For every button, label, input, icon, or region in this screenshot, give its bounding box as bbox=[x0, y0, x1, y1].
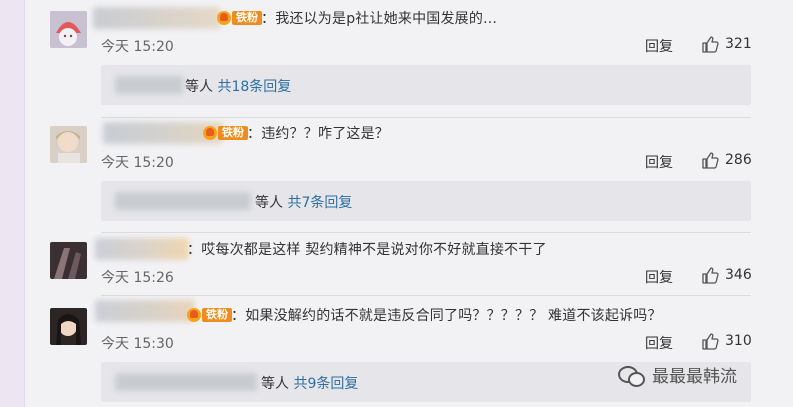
crown-icon bbox=[217, 11, 231, 25]
comment-text: ：我还以为是p社让她来中国发展的... bbox=[261, 11, 498, 27]
sub-reply-count[interactable]: 共18条回复 bbox=[217, 79, 291, 95]
watermark: 最最最韩流 bbox=[618, 362, 737, 387]
avatar[interactable] bbox=[50, 242, 87, 279]
sub-reply-users-blurred bbox=[115, 192, 251, 210]
sub-reply-summary[interactable]: 等人 共9条回复 bbox=[261, 373, 358, 393]
reply-button[interactable]: 回复 bbox=[645, 36, 673, 56]
avatar[interactable] bbox=[50, 308, 87, 345]
like-button[interactable]: 321 bbox=[701, 35, 752, 53]
sub-reply-label: 等人 bbox=[255, 195, 283, 211]
like-count: 321 bbox=[725, 36, 752, 52]
sub-reply-count[interactable]: 共7条回复 bbox=[287, 195, 352, 211]
wechat-icon bbox=[618, 364, 645, 387]
avatar[interactable] bbox=[50, 11, 87, 48]
sub-reply-label: 等人 bbox=[185, 79, 213, 95]
comment-time: 今天 15:20 bbox=[101, 155, 174, 171]
crown-icon bbox=[187, 308, 201, 322]
reply-button[interactable]: 回复 bbox=[645, 333, 673, 353]
thumbs-up-icon bbox=[702, 333, 719, 350]
comment-text: ：哎每次都是这样 契约精神不是说对你不好就直接不干了 bbox=[187, 242, 547, 258]
divider bbox=[101, 117, 751, 118]
fan-tag: 铁粉 bbox=[232, 11, 262, 25]
fan-tag: 铁粉 bbox=[202, 308, 232, 322]
thumbs-up-icon bbox=[702, 36, 719, 53]
reply-button[interactable]: 回复 bbox=[645, 152, 673, 172]
reply-button[interactable]: 回复 bbox=[645, 267, 673, 287]
username-blurred[interactable] bbox=[95, 238, 189, 260]
thumbs-up-icon bbox=[702, 152, 719, 169]
username-blurred[interactable] bbox=[95, 300, 195, 322]
sub-reply-summary[interactable]: 等人 共7条回复 bbox=[255, 192, 352, 212]
like-count: 310 bbox=[725, 333, 752, 349]
like-button[interactable]: 346 bbox=[701, 266, 752, 284]
sub-replies-box[interactable]: 等人 共18条回复 bbox=[101, 65, 751, 105]
username-blurred[interactable] bbox=[93, 7, 221, 29]
avatar[interactable] bbox=[50, 126, 87, 163]
like-button[interactable]: 286 bbox=[701, 151, 752, 169]
like-count: 346 bbox=[725, 267, 752, 283]
sub-reply-count[interactable]: 共9条回复 bbox=[293, 376, 358, 392]
like-count: 286 bbox=[725, 152, 752, 168]
fan-badge: 铁粉 bbox=[187, 306, 232, 324]
like-button[interactable]: 310 bbox=[701, 332, 752, 350]
comment-time: 今天 15:20 bbox=[101, 39, 174, 55]
crown-icon bbox=[203, 126, 217, 140]
fan-tag: 铁粉 bbox=[218, 126, 248, 140]
sub-reply-summary[interactable]: 等人 共18条回复 bbox=[185, 76, 291, 96]
comment-time: 今天 15:30 bbox=[101, 336, 174, 352]
sub-reply-users-blurred bbox=[115, 76, 183, 94]
fan-badge: 铁粉 bbox=[217, 9, 262, 27]
sub-reply-users-blurred bbox=[115, 373, 257, 391]
divider bbox=[101, 232, 751, 233]
comment-text: ：如果没解约的话不就是违反合同了吗？？？？？ 难道不该起诉吗？ bbox=[231, 308, 662, 324]
comment-panel: 铁粉 ：我还以为是p社让她来中国发展的... 今天 15:20 回复 321 等… bbox=[24, 0, 793, 407]
watermark-text: 最最最韩流 bbox=[652, 367, 737, 387]
comment-text: ：违约？？咋了这是？ bbox=[247, 126, 389, 142]
sub-replies-box[interactable]: 等人 共7条回复 bbox=[101, 181, 751, 221]
comment-time: 今天 15:26 bbox=[101, 270, 174, 286]
sub-reply-label: 等人 bbox=[261, 376, 289, 392]
fan-badge: 铁粉 bbox=[203, 124, 248, 142]
divider bbox=[101, 295, 751, 296]
thumbs-up-icon bbox=[702, 267, 719, 284]
